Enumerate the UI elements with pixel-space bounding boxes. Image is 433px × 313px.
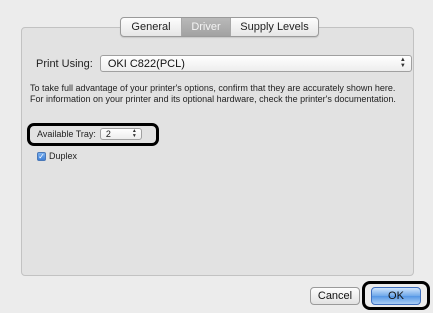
updown-arrows-icon: ▲ ▼ [399,57,406,69]
tab-bar: General Driver Supply Levels [120,17,319,37]
duplex-option[interactable]: ✓ Duplex [37,151,77,161]
print-using-label: Print Using: [36,57,93,70]
duplex-checkbox[interactable]: ✓ [37,151,46,161]
print-using-select[interactable]: OKI C822(PCL) ▲ ▼ [99,55,412,72]
updown-arrows-icon: ▲ ▼ [131,128,137,139]
print-using-value: OKI C822(PCL) [107,57,185,70]
cancel-button[interactable]: Cancel [310,287,360,305]
duplex-label: Duplex [49,151,78,161]
available-tray-row: Available Tray: 2 ▲ ▼ [37,128,142,140]
tab-supply-levels[interactable]: Supply Levels [231,18,318,36]
available-tray-value: 2 [105,129,111,139]
tab-general[interactable]: General [121,18,182,36]
driver-description: To take full advantage of your printer's… [30,83,396,104]
checkmark-icon: ✓ [38,151,45,161]
available-tray-select[interactable]: 2 ▲ ▼ [99,128,142,140]
available-tray-label: Available Tray: [37,129,96,139]
tab-driver[interactable]: Driver [182,18,231,36]
print-using-row: Print Using: OKI C822(PCL) ▲ ▼ [36,55,412,72]
ok-button[interactable]: OK [371,287,421,305]
printer-options-dialog: General Driver Supply Levels Print Using… [0,0,433,313]
